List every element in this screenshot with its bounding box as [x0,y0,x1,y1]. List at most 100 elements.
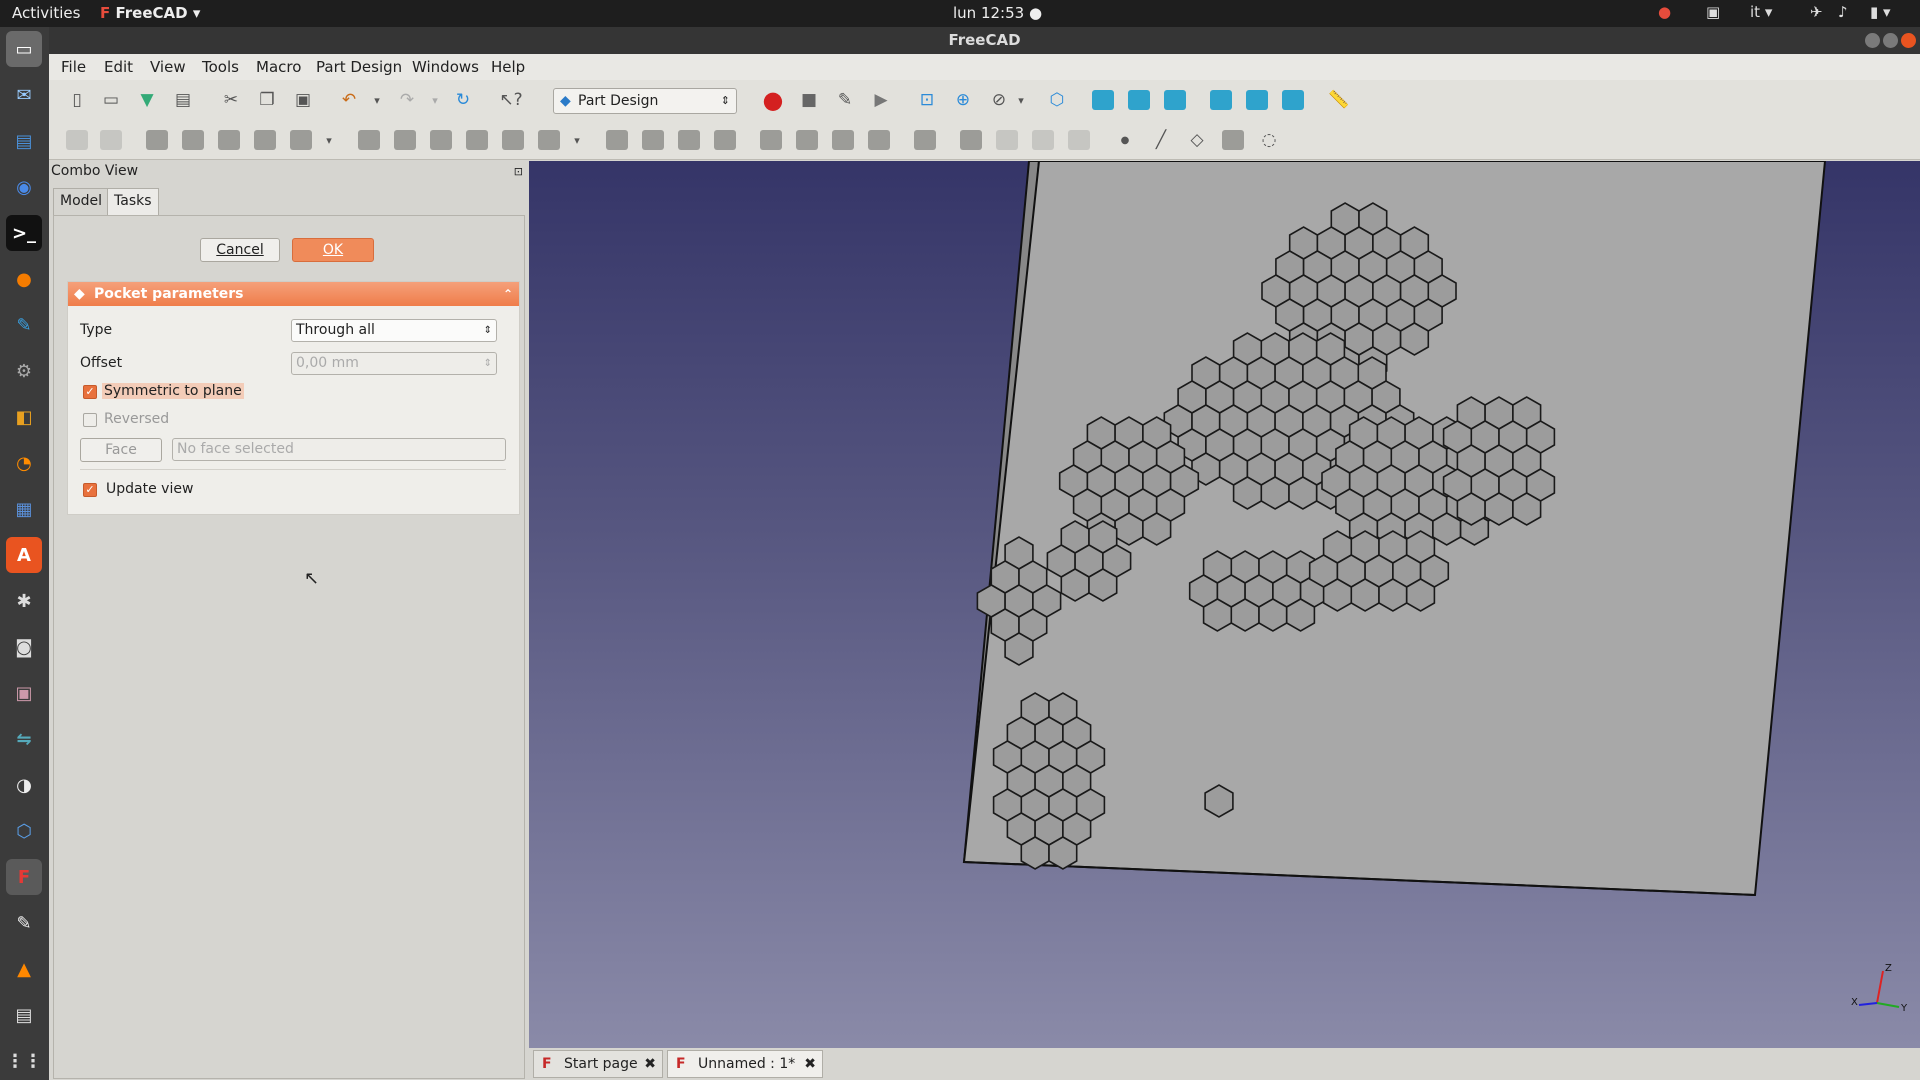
vlc-icon[interactable]: ▲ [6,951,42,987]
subtractive-pipe-icon[interactable] [501,128,525,152]
clone-icon[interactable] [995,128,1019,152]
isometric-view-icon[interactable]: ⬡ [1045,88,1069,112]
face-button[interactable]: Face [80,438,162,462]
files-icon[interactable]: ▭ [6,31,42,67]
redo-icon[interactable]: ↷ [395,88,419,112]
left-view-icon[interactable] [1281,88,1305,112]
tool-icon[interactable]: ⚙ [6,353,42,389]
save-icon[interactable]: ▼ [135,88,159,112]
subtractive-loft-icon[interactable] [465,128,489,152]
close-button[interactable] [1901,33,1916,48]
battery-icon[interactable]: ▮ ▾ [1870,3,1891,21]
video-editor-icon[interactable]: ▤ [6,997,42,1033]
ok-button[interactable]: OK [292,238,374,262]
fillet-icon[interactable] [759,128,783,152]
draft-icon[interactable] [831,128,855,152]
polar-pattern-icon[interactable] [677,128,701,152]
chrome-icon[interactable]: ◉ [6,169,42,205]
undo-dropdown-icon[interactable]: ▾ [365,88,389,112]
blender-icon[interactable]: ◔ [6,445,42,481]
clock[interactable]: lun 12:53 ● [953,4,1042,22]
fit-selection-icon[interactable]: ⊕ [951,88,975,112]
freecad-launcher-icon[interactable]: F [6,859,42,895]
update-view-checkbox[interactable]: ✓ [83,483,97,497]
create-body-icon[interactable] [65,128,89,152]
loft-icon[interactable] [217,128,241,152]
eye-icon[interactable]: ◑ [6,767,42,803]
type-select[interactable]: Through all ⇕ [291,319,497,342]
cancel-button[interactable]: Cancel [200,238,280,262]
chamfer-icon[interactable] [795,128,819,152]
pipe-icon[interactable] [253,128,277,152]
virtualbox-icon[interactable]: ⬡ [6,813,42,849]
camera-icon[interactable]: ◙ [6,629,42,665]
offset-spinbox[interactable]: 0,00 mm ⇕ [291,352,497,375]
tab-model[interactable]: Model [53,188,110,215]
screen-record-icon[interactable]: ● [1658,3,1671,21]
terminal-icon[interactable]: >_ [6,215,42,251]
tab-tasks[interactable]: Tasks [107,188,159,215]
close-tab-icon[interactable]: ✖ [644,1051,656,1077]
pocket-parameters-header[interactable]: ◆ Pocket parameters ⌃ [68,282,519,306]
tab-start-page[interactable]: F Start page ✖ [533,1050,663,1078]
datum-point-icon[interactable]: ● [1113,128,1137,152]
apps-grid-icon[interactable]: ⋮⋮ [6,1043,42,1079]
sub-shape-binder-icon[interactable]: ◌ [1257,128,1281,152]
copy-icon[interactable]: ❐ [255,88,279,112]
measure-icon[interactable]: 📏 [1327,88,1351,112]
menu-view[interactable]: View [150,58,186,76]
symmetric-label[interactable]: Symmetric to plane [102,383,244,399]
minimize-button[interactable] [1865,33,1880,48]
settings-icon[interactable]: ✱ [6,583,42,619]
paste-icon[interactable]: ▣ [291,88,315,112]
run-macro-icon[interactable]: ▶ [869,88,893,112]
rear-view-icon[interactable] [1209,88,1233,112]
fit-all-icon[interactable]: ⊡ [915,88,939,112]
volume-icon[interactable]: ♪ [1838,3,1848,21]
mirrored-icon[interactable] [605,128,629,152]
whats-this-icon[interactable]: ↖? [499,88,523,112]
draw-style-dropdown-icon[interactable]: ▾ [1009,88,1033,112]
datum-plane-icon[interactable]: ◇ [1185,128,1209,152]
app-menu[interactable]: F FreeCAD ▾ [100,4,200,22]
additive-primitive-icon[interactable] [289,128,313,152]
menu-help[interactable]: Help [491,58,525,76]
create-part-icon[interactable] [99,128,123,152]
hole-icon[interactable] [393,128,417,152]
software-center-icon[interactable]: A [6,537,42,573]
bottom-view-icon[interactable] [1245,88,1269,112]
tab-unnamed[interactable]: F Unnamed : 1* ✖ [667,1050,823,1078]
linear-pattern-icon[interactable] [641,128,665,152]
clipboard-icon[interactable]: ▣ [1706,3,1720,21]
keyboard-layout[interactable]: it ▾ [1750,3,1772,21]
front-view-icon[interactable] [1091,88,1115,112]
cut-icon[interactable]: ✂ [219,88,243,112]
editor-icon[interactable]: ✎ [6,307,42,343]
record-macro-icon[interactable]: ● [761,86,785,114]
undo-icon[interactable]: ↶ [337,88,361,112]
activities-button[interactable]: Activities [12,4,80,22]
diagram-icon[interactable]: ◧ [6,399,42,435]
remote-icon[interactable]: ⇋ [6,721,42,757]
menu-file[interactable]: File [61,58,86,76]
undock-icon[interactable]: ⊡ [514,165,523,178]
pocket-icon[interactable] [357,128,381,152]
boolean-icon[interactable] [913,128,937,152]
menu-part-design[interactable]: Part Design [316,58,402,76]
datum-line-icon[interactable]: ╱ [1149,128,1173,152]
maximize-button[interactable] [1883,33,1898,48]
3d-viewport[interactable]: Z Y X [529,161,1920,1048]
subtractive-dropdown-icon[interactable]: ▾ [565,128,589,152]
local-cs-icon[interactable] [1221,128,1245,152]
open-file-icon[interactable]: ▭ [99,88,123,112]
groove-icon[interactable] [429,128,453,152]
firefox-icon[interactable]: ● [6,261,42,297]
new-file-icon[interactable]: ▯ [65,88,89,112]
pad-icon[interactable] [145,128,169,152]
symmetric-checkbox[interactable]: ✓ [83,385,97,399]
media-icon[interactable]: ▣ [6,675,42,711]
writer-icon[interactable]: ▤ [6,123,42,159]
thickness-icon[interactable] [867,128,891,152]
thunderbird-icon[interactable]: ✉ [6,77,42,113]
subtractive-primitive-icon[interactable] [537,128,561,152]
